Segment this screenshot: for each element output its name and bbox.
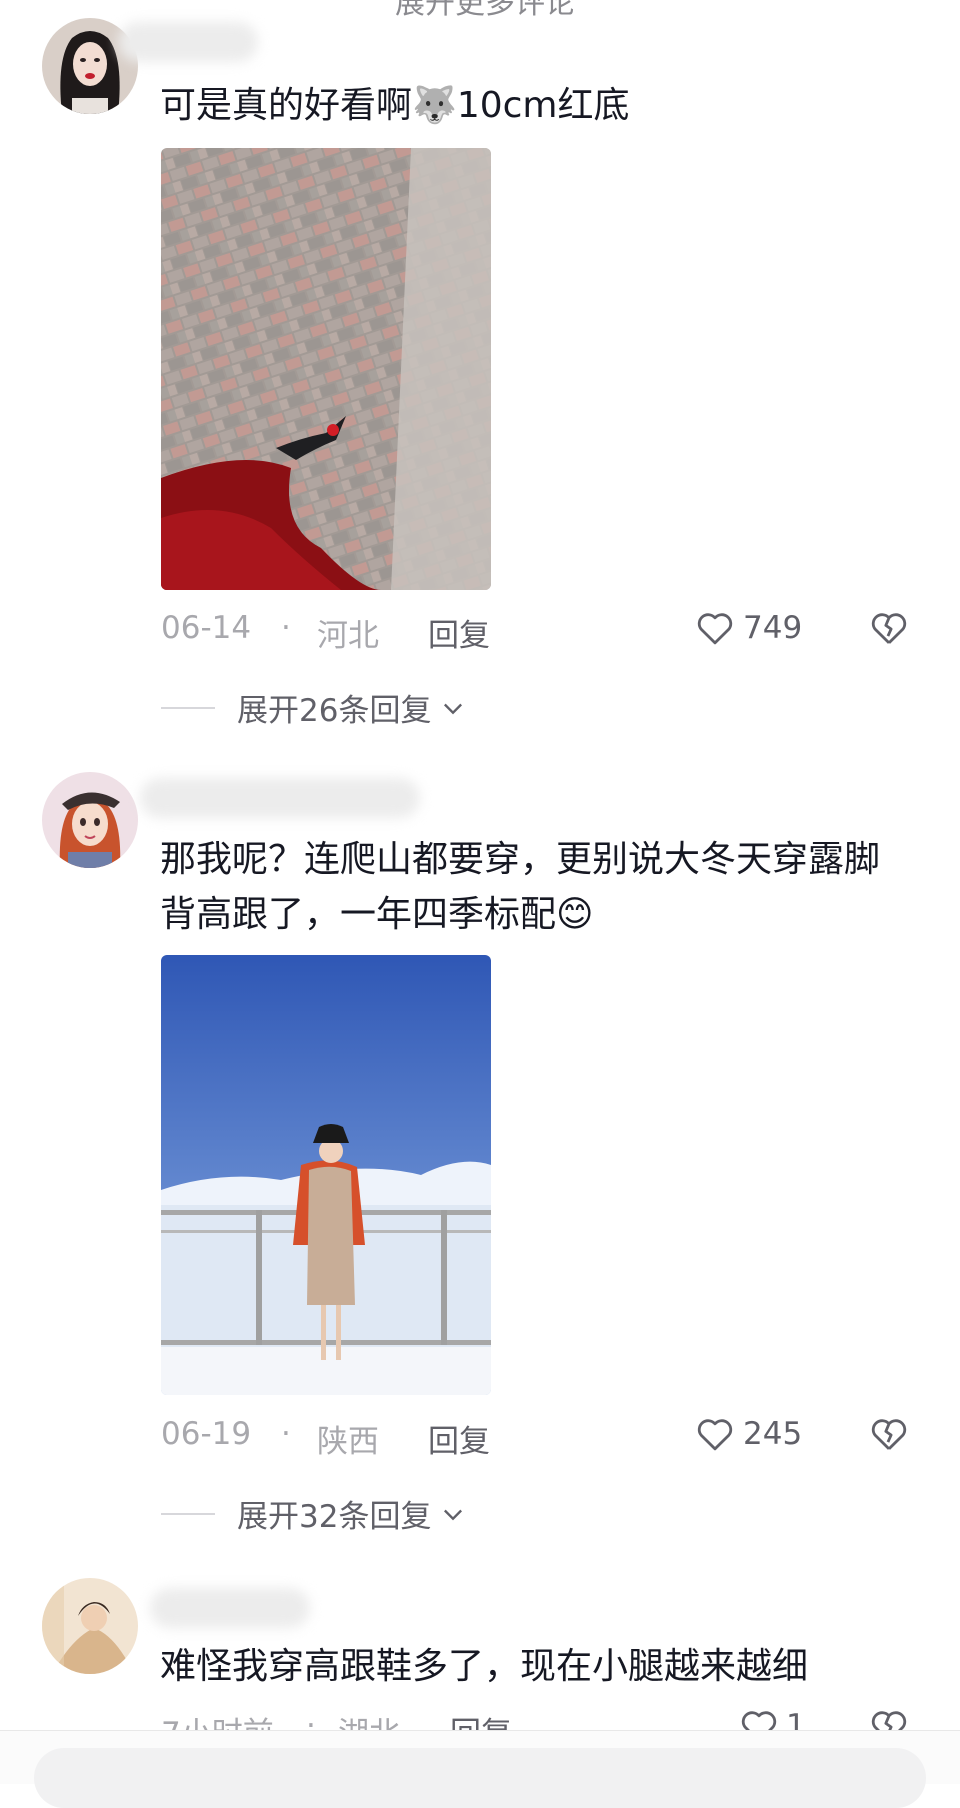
meta-separator: · (281, 1416, 291, 1452)
expand-divider (161, 1512, 215, 1515)
comment-text: 那我呢？连爬山都要穿，更别说大冬天穿露脚背高跟了，一年四季标配😊 (160, 839, 881, 935)
expand-replies-button[interactable]: 展开32条回复 (161, 1491, 467, 1536)
expand-replies-button[interactable]: 展开26条回复 (161, 685, 467, 730)
comment-input[interactable] (34, 1748, 926, 1808)
username-blurred[interactable] (118, 22, 258, 62)
heart-outline-icon[interactable] (694, 1413, 736, 1455)
comment-photo[interactable] (161, 955, 491, 1395)
username-blurred[interactable] (140, 778, 420, 818)
reply-button[interactable]: 回复 (428, 1416, 490, 1461)
avatar[interactable] (42, 1578, 138, 1674)
username-blurred[interactable] (150, 1588, 310, 1628)
reply-button[interactable]: 回复 (428, 610, 490, 655)
comment-text: 难怪我穿高跟鞋多了，现在小腿越来越细 (160, 1646, 809, 1687)
meta-separator: · (281, 610, 291, 646)
comment-text: 可是真的好看啊🐺10cm红底 (160, 85, 630, 126)
comment-date: 06-14 (161, 610, 252, 646)
chevron-down-icon (439, 1500, 467, 1528)
like-count: 245 (743, 1416, 803, 1452)
expand-label: 展开32条回复 (237, 1499, 432, 1535)
heart-outline-icon[interactable] (694, 607, 736, 649)
chevron-down-icon (439, 694, 467, 722)
comment-location: 河北 (317, 618, 379, 654)
broken-heart-icon[interactable] (868, 1413, 910, 1455)
comment-location: 陕西 (317, 1424, 379, 1460)
top-partial-label: 展开更多评论 (395, 0, 575, 21)
avatar[interactable] (42, 772, 138, 868)
broken-heart-icon[interactable] (868, 607, 910, 649)
like-count: 749 (743, 610, 803, 646)
expand-label: 展开26条回复 (237, 693, 432, 729)
comment-date: 06-19 (161, 1416, 252, 1452)
comment-photo[interactable] (161, 148, 491, 590)
expand-divider (161, 706, 215, 709)
